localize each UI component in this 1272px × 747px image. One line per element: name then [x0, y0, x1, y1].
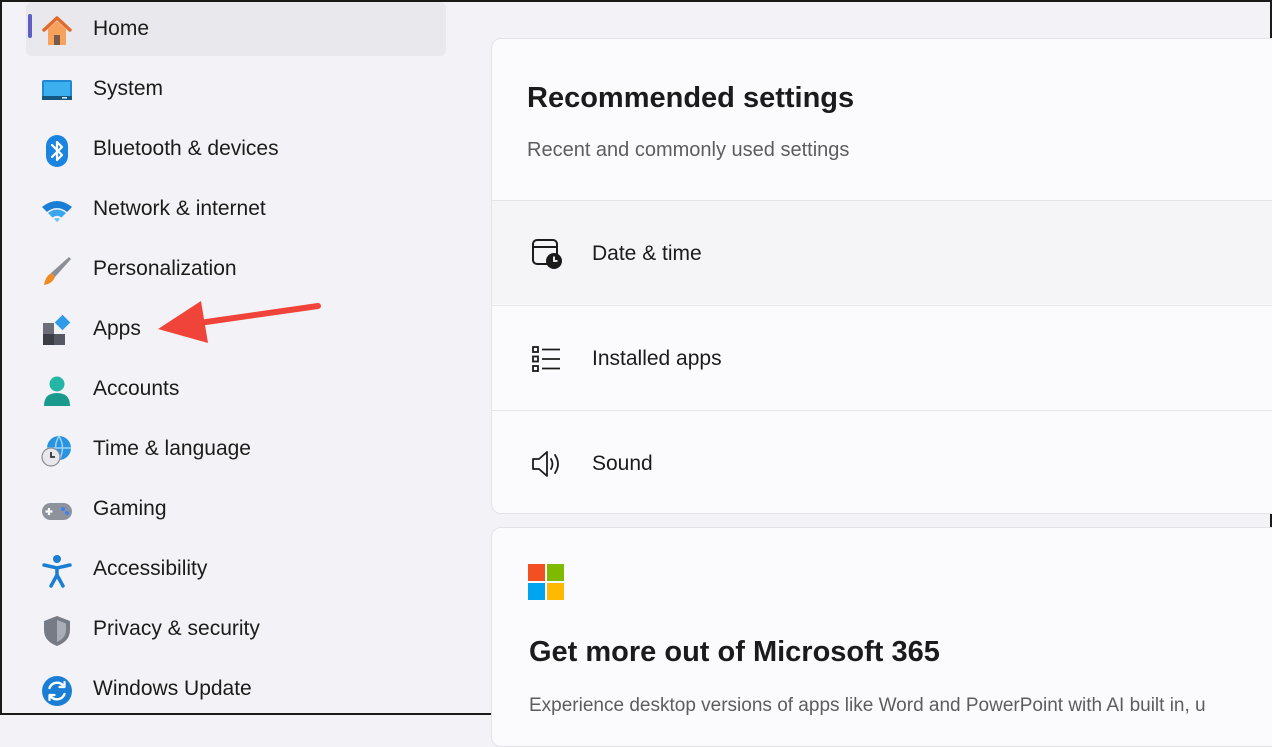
sidebar-item-accessibility[interactable]: Accessibility	[26, 542, 446, 596]
sidebar-item-network[interactable]: Network & internet	[26, 182, 446, 236]
microsoft365-body: Experience desktop versions of apps like…	[529, 695, 1206, 716]
row-label: Installed apps	[592, 347, 722, 370]
sidebar-item-label: Network & internet	[93, 197, 266, 220]
sidebar-item-accounts[interactable]: Accounts	[26, 362, 446, 416]
microsoft-logo	[528, 564, 564, 600]
sidebar-item-label: Home	[93, 17, 150, 40]
selection-indicator	[28, 14, 32, 38]
recommended-subtitle: Recent and commonly used settings	[527, 139, 850, 161]
sidebar-item-bluetooth[interactable]: Bluetooth & devices	[26, 122, 446, 176]
recommended-row-date-time[interactable]: Date & time	[492, 200, 1272, 304]
apps-icon	[43, 314, 71, 345]
bluetooth-icon	[46, 135, 68, 167]
sidebar-item-label: Gaming	[93, 497, 167, 520]
row-label: Sound	[592, 452, 653, 475]
sidebar-item-label: Accounts	[93, 377, 180, 400]
sidebar-item-label: Windows Update	[93, 677, 252, 700]
wifi-icon	[42, 201, 72, 222]
sidebar-item-gaming[interactable]: Gaming	[26, 482, 446, 536]
sidebar-item-label: Time & language	[93, 437, 251, 460]
row-label: Date & time	[592, 242, 702, 265]
microsoft365-card[interactable]: Get more out of Microsoft 365 Experience…	[491, 527, 1272, 747]
sidebar-item-time-language[interactable]: Time & language	[26, 422, 446, 476]
recommended-row-sound[interactable]: Sound	[492, 410, 1272, 513]
accessibility-icon	[42, 555, 72, 588]
red-arrow-icon	[158, 301, 321, 343]
user-icon	[44, 376, 70, 406]
recommended-row-installed-apps[interactable]: Installed apps	[492, 305, 1272, 409]
microsoft365-title: Get more out of Microsoft 365	[529, 636, 940, 668]
recommended-title: Recommended settings	[527, 82, 855, 114]
sidebar-item-personalization[interactable]: Personalization	[26, 242, 446, 296]
shield-icon	[44, 616, 70, 646]
sidebar-item-system[interactable]: System	[26, 62, 446, 116]
sidebar-item-privacy[interactable]: Privacy & security	[26, 602, 446, 656]
sidebar-item-windows-update[interactable]: Windows Update	[26, 662, 446, 716]
sidebar-item-label: Bluetooth & devices	[93, 137, 279, 160]
sync-icon	[42, 676, 72, 706]
sidebar-item-label: Privacy & security	[93, 617, 260, 640]
sidebar-item-label: Personalization	[93, 257, 237, 280]
sidebar-item-home[interactable]: Home	[26, 2, 446, 56]
paintbrush-icon	[44, 257, 71, 285]
speaker-icon	[532, 451, 559, 477]
sidebar-item-label: System	[93, 77, 164, 100]
home-icon	[42, 16, 72, 45]
gamepad-icon	[42, 503, 72, 520]
sidebar-item-label: Apps	[93, 317, 141, 340]
calendar-clock-icon	[532, 239, 562, 269]
monitor-icon	[42, 80, 72, 100]
recommended-settings-card: Recommended settings Recent and commonly…	[491, 38, 1272, 514]
globe-clock-icon	[41, 435, 71, 467]
list-icon	[532, 346, 560, 372]
sidebar-item-label: Accessibility	[93, 557, 208, 580]
